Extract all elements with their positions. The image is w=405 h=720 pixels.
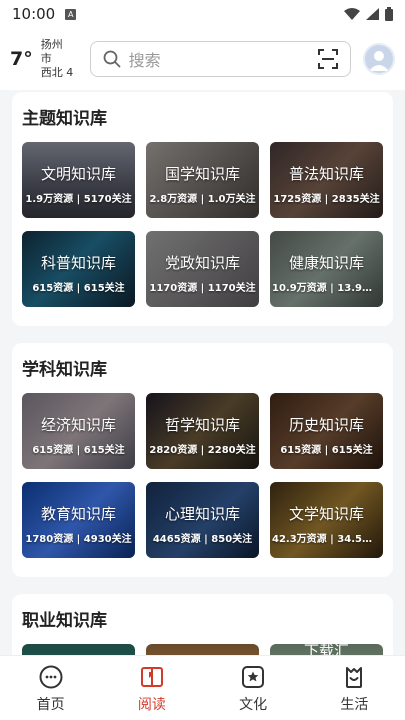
tab-life[interactable]: 生活: [304, 656, 405, 720]
user-avatar-icon: [369, 51, 390, 71]
tile-lishi[interactable]: 历史知识库 615资源 | 615关注: [270, 393, 383, 469]
tile-stats: 4465资源 | 850关注: [152, 534, 253, 545]
tab-culture[interactable]: 文化: [203, 656, 304, 720]
status-bar: 10:00 A: [0, 0, 405, 28]
tile-name: 科普知识库: [40, 254, 116, 272]
wifi-icon: [344, 8, 360, 20]
tile-career-1[interactable]: [22, 644, 135, 655]
tile-xinli[interactable]: 心理知识库 4465资源 | 850关注: [146, 482, 259, 558]
battery-icon: [385, 7, 393, 21]
section-title: 职业知识库: [22, 611, 107, 631]
notification-icon: A: [65, 8, 77, 20]
tile-name: 健康知识库: [288, 254, 364, 272]
search-icon: [103, 50, 121, 68]
tile-stats: 2820资源 | 2280关注: [149, 445, 256, 456]
search-bar[interactable]: 搜索: [89, 41, 352, 77]
book-icon: [140, 667, 163, 687]
tile-name: 国学知识库: [164, 165, 240, 183]
status-icons: [344, 7, 393, 21]
tile-pufa[interactable]: 普法知识库 1725资源 | 2835关注: [270, 142, 383, 218]
weather-temperature[interactable]: 7°: [10, 48, 33, 70]
tile-stats: 615资源 | 615关注: [32, 445, 125, 456]
tile-name: 教育知识库: [40, 505, 116, 523]
smile-bag-icon: [346, 667, 363, 688]
tile-career-3[interactable]: 下载汇: [270, 644, 383, 655]
tile-jiaoyu[interactable]: 教育知识库 1780资源 | 4930关注: [22, 482, 135, 558]
weather-city: 扬州市: [40, 38, 63, 65]
bottom-tab-bar: 首页 阅读 文化 生活: [0, 655, 405, 720]
tile-stats: 615资源 | 615关注: [32, 283, 125, 294]
tab-label: 文化: [239, 697, 268, 713]
tile-stats: 1725资源 | 2835关注: [273, 194, 380, 205]
star-frame-icon: [242, 666, 265, 688]
weather-wind: 西北 4: [40, 66, 74, 79]
tile-stats: 1780资源 | 4930关注: [25, 534, 132, 545]
status-time: 10:00: [12, 5, 56, 23]
scan-icon[interactable]: [318, 49, 339, 69]
tile-wenxue[interactable]: 文学知识库 42.3万资源 | 34.5万...: [270, 482, 383, 558]
tab-label: 生活: [340, 697, 369, 713]
tile-stats: 42.3万资源 | 34.5万...: [272, 534, 383, 545]
tile-dangzheng[interactable]: 党政知识库 1170资源 | 1170关注: [146, 231, 259, 307]
tile-zhexue[interactable]: 哲学知识库 2820资源 | 2280关注: [146, 393, 259, 469]
section-career-knowledge: 职业知识库 下载汇: [12, 594, 393, 655]
signal-icon: [366, 8, 379, 20]
tile-jiankang[interactable]: 健康知识库 10.9万资源 | 13.9万...: [270, 231, 383, 307]
tile-name: 下载汇: [303, 644, 349, 655]
header: 7° 扬州市 西北 4 搜索: [0, 28, 405, 90]
tile-guoxue[interactable]: 国学知识库 2.8万资源 | 1.0万关注: [146, 142, 259, 218]
tab-label: 阅读: [137, 697, 166, 713]
tile-stats: 1170资源 | 1170关注: [149, 283, 256, 294]
search-input[interactable]: 搜索: [129, 47, 161, 71]
tile-name: 党政知识库: [164, 254, 240, 272]
tab-label: 首页: [36, 697, 65, 713]
section-title: 主题知识库: [22, 109, 107, 129]
section-theme-knowledge: 主题知识库 文明知识库 1.9万资源 | 5170关注 国学知识库 2.8万资源…: [12, 92, 393, 326]
tile-name: 文明知识库: [40, 165, 116, 183]
tab-home[interactable]: 首页: [0, 656, 101, 720]
tile-wenming[interactable]: 文明知识库 1.9万资源 | 5170关注: [22, 142, 135, 218]
tile-stats: 1.9万资源 | 5170关注: [25, 194, 132, 205]
tile-name: 心理知识库: [164, 505, 240, 523]
tile-stats: 2.8万资源 | 1.0万关注: [149, 194, 256, 205]
home-chat-icon: [39, 665, 63, 689]
tile-name: 普法知识库: [288, 165, 364, 183]
section-title: 学科知识库: [22, 360, 107, 380]
tile-stats: 615资源 | 615关注: [280, 445, 373, 456]
avatar[interactable]: [363, 43, 396, 75]
tile-jingji[interactable]: 经济知识库 615资源 | 615关注: [22, 393, 135, 469]
tile-name: 历史知识库: [288, 416, 364, 434]
tile-stats: 10.9万资源 | 13.9万...: [272, 283, 383, 294]
tile-name: 哲学知识库: [164, 416, 240, 434]
knowledge-content[interactable]: 主题知识库 文明知识库 1.9万资源 | 5170关注 国学知识库 2.8万资源…: [0, 90, 405, 655]
tile-name: 经济知识库: [40, 416, 116, 434]
tab-reading[interactable]: 阅读: [101, 656, 202, 720]
tile-kepu[interactable]: 科普知识库 615资源 | 615关注: [22, 231, 135, 307]
section-subject-knowledge: 学科知识库 经济知识库 615资源 | 615关注 哲学知识库 2820资源 |…: [12, 343, 393, 577]
weather-location[interactable]: 扬州市 西北 4: [41, 38, 74, 80]
tile-name: 文学知识库: [288, 505, 364, 523]
tile-career-2[interactable]: [146, 644, 259, 655]
